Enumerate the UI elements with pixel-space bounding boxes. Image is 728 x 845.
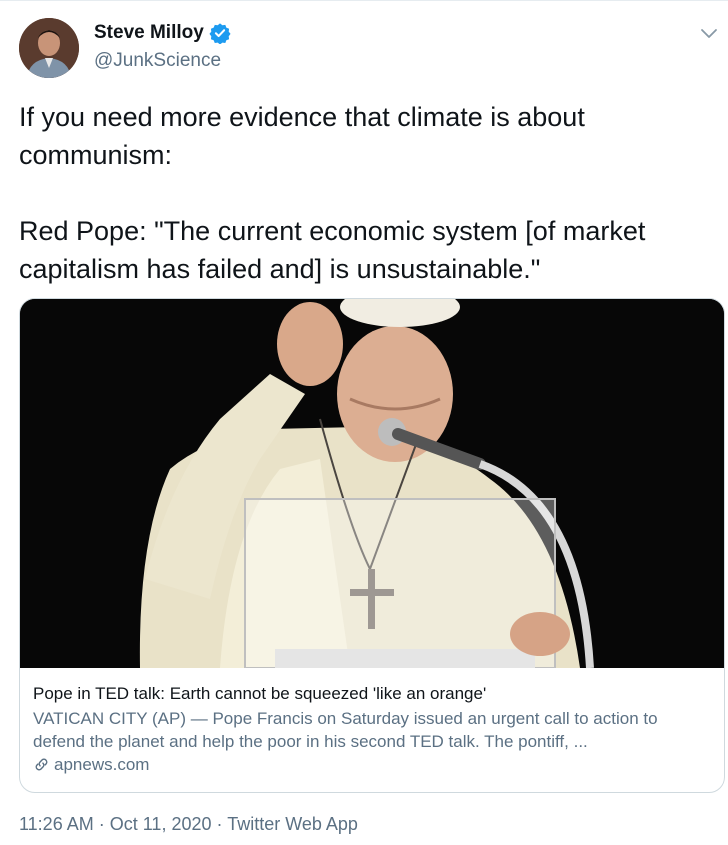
author-name-row: Steve Milloy [94,22,231,45]
tweet-date[interactable]: Oct 11, 2020 [110,814,212,834]
tweet-meta: 11:26 AM · Oct 11, 2020 · Twitter Web Ap… [19,814,358,835]
tweet-text: If you need more evidence that climate i… [19,102,646,284]
verified-badge-icon [209,22,231,45]
card-title[interactable]: Pope in TED talk: Earth cannot be squeez… [33,683,713,705]
card-body: Pope in TED talk: Earth cannot be squeez… [33,683,713,776]
card-image [20,299,724,668]
meta-separator: · [98,814,105,834]
top-divider [0,0,728,1]
avatar[interactable] [19,18,79,78]
card-description: VATICAN CITY (AP) — Pope Francis on Satu… [33,709,658,751]
card-domain-row: apnews.com [33,753,713,776]
author-display-name[interactable]: Steve Milloy [94,22,204,44]
tweet-time[interactable]: 11:26 AM [19,814,94,834]
link-card[interactable]: Pope in TED talk: Earth cannot be squeez… [19,298,725,793]
meta-separator: · [216,814,223,834]
card-domain: apnews.com [54,755,150,774]
tweet-source[interactable]: Twitter Web App [227,814,358,834]
link-icon [33,756,50,773]
author-handle[interactable]: @JunkScience [94,50,221,72]
chevron-down-icon[interactable] [700,26,718,40]
